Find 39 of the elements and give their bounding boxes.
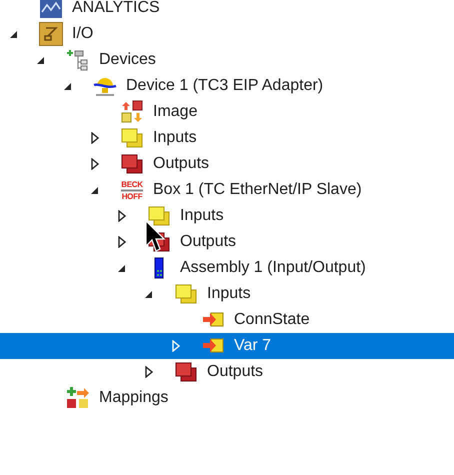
tree-row[interactable]: ConnState xyxy=(0,307,454,333)
tree-row[interactable]: ANALYTICS xyxy=(0,0,454,21)
expanded-arrow-icon[interactable] xyxy=(36,56,45,64)
mappings-icon xyxy=(66,386,90,410)
tree-row[interactable]: Outputs xyxy=(0,151,454,177)
outputs-icon xyxy=(174,361,198,383)
device-tree-icon xyxy=(66,48,90,72)
tree-row[interactable]: Device 1 (TC3 EIP Adapter) xyxy=(0,73,454,99)
tree-row[interactable]: Inputs xyxy=(0,281,454,307)
outputs-icon xyxy=(120,153,144,175)
inputs-icon xyxy=(120,127,144,149)
collapsed-arrow-icon[interactable] xyxy=(144,366,152,378)
assembly-icon xyxy=(154,257,164,279)
expanded-arrow-icon[interactable] xyxy=(117,264,126,272)
mouse-cursor-icon xyxy=(145,220,167,254)
tree-row[interactable]: Inputs xyxy=(0,203,454,229)
selected-tree-row[interactable]: Var 7 xyxy=(0,333,454,359)
tree-row[interactable]: Mappings xyxy=(0,385,454,411)
inputs-icon xyxy=(174,283,198,305)
tree-row[interactable]: Image xyxy=(0,99,454,125)
tree-row[interactable]: Inputs xyxy=(0,125,454,151)
collapsed-arrow-icon[interactable] xyxy=(90,132,98,144)
collapsed-arrow-icon[interactable] xyxy=(90,158,98,170)
collapsed-arrow-icon[interactable] xyxy=(118,210,126,222)
chart-icon xyxy=(39,0,63,19)
io-icon xyxy=(39,22,63,46)
expanded-arrow-icon[interactable] xyxy=(63,82,72,90)
expanded-arrow-icon[interactable] xyxy=(90,186,99,194)
expanded-arrow-icon[interactable] xyxy=(144,290,153,298)
tree-row[interactable]: BECK HOFF Box 1 (TC EtherNet/IP Slave) xyxy=(0,177,454,203)
image-icon xyxy=(120,100,144,124)
tree-row[interactable]: Devices xyxy=(0,47,454,73)
expanded-arrow-icon[interactable] xyxy=(9,30,18,38)
collapsed-arrow-icon[interactable] xyxy=(118,236,126,248)
tree-row[interactable]: I/O xyxy=(0,21,454,47)
tree-row[interactable]: Outputs xyxy=(0,359,454,385)
tree-row[interactable]: Assembly 1 (Input/Output) xyxy=(0,255,454,281)
inputs-icon xyxy=(147,205,171,227)
adapter-icon xyxy=(93,75,117,97)
